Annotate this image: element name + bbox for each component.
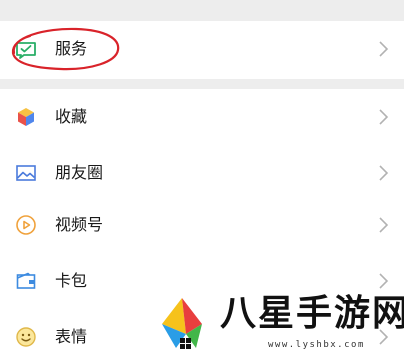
menu-item-stickers[interactable]: 表情 bbox=[0, 309, 404, 356]
wechat-me-menu-screen: 服务 收藏 朋友圈 视频号 卡包 表情 八星手游网 www.lyshbx.com bbox=[0, 0, 404, 356]
channels-play-icon bbox=[14, 213, 38, 237]
favorites-cube-icon bbox=[14, 105, 38, 129]
menu-item-label: 服务 bbox=[55, 39, 88, 58]
menu-item-channels[interactable]: 视频号 bbox=[0, 197, 404, 253]
menu-item-label: 收藏 bbox=[55, 107, 88, 126]
menu-item-label: 朋友圈 bbox=[55, 163, 104, 182]
top-separator bbox=[0, 0, 404, 21]
menu-item-card-wallet[interactable]: 卡包 bbox=[0, 253, 404, 309]
chevron-right-icon bbox=[378, 107, 390, 127]
menu-item-label: 表情 bbox=[55, 327, 88, 346]
menu-item-favorites[interactable]: 收藏 bbox=[0, 89, 404, 145]
emoji-smile-icon bbox=[14, 325, 38, 349]
menu-item-label: 卡包 bbox=[55, 271, 88, 290]
chevron-right-icon bbox=[378, 163, 390, 183]
menu-item-moments[interactable]: 朋友圈 bbox=[0, 145, 404, 201]
section-separator bbox=[0, 79, 404, 89]
chevron-right-icon bbox=[378, 271, 390, 291]
card-wallet-icon bbox=[14, 269, 38, 293]
chevron-right-icon bbox=[378, 39, 390, 59]
wechat-pay-icon bbox=[14, 37, 38, 61]
menu-item-label: 视频号 bbox=[55, 215, 104, 234]
menu-item-service[interactable]: 服务 bbox=[0, 21, 404, 77]
moments-image-icon bbox=[14, 161, 38, 185]
chevron-right-icon bbox=[378, 215, 390, 235]
chevron-right-icon bbox=[378, 327, 390, 347]
